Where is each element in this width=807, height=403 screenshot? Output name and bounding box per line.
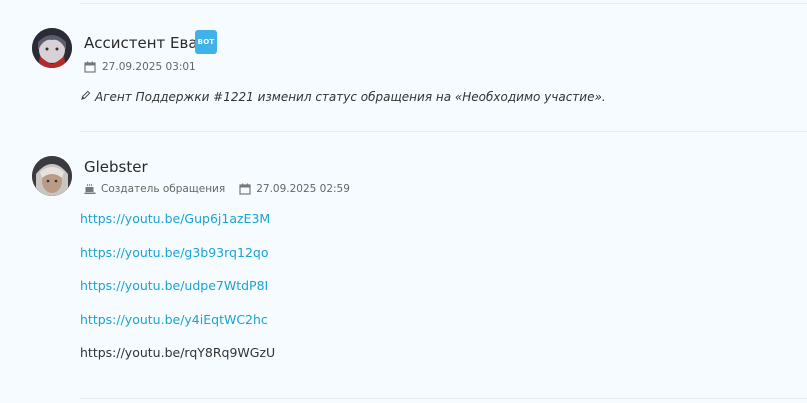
youtube-link[interactable]: https://youtu.be/g3b93rq12qo <box>80 245 268 260</box>
youtube-link[interactable]: https://youtu.be/udpe7WtdP8I <box>80 278 268 293</box>
plain-url-text: https://youtu.be/rqY8Rq9WGzU <box>80 345 276 360</box>
bot-badge: BOT <box>195 30 217 54</box>
date-text: 27.09.2025 02:59 <box>256 183 350 195</box>
coffee-icon <box>84 183 96 195</box>
post-date: 27.09.2025 03:01 <box>84 61 196 73</box>
author-name[interactable]: Glebster <box>84 158 148 176</box>
status-change-message: Агент Поддержки #1221 изменил статус обр… <box>80 90 606 104</box>
post-meta: Создатель обращения 27.09.2025 02:59 <box>84 183 350 195</box>
role-text: Создатель обращения <box>101 183 226 195</box>
bottom-divider <box>80 398 807 399</box>
top-divider <box>80 3 807 4</box>
author-name[interactable]: Ассистент Ева <box>84 34 198 52</box>
post-divider <box>80 131 807 132</box>
author-role: Создатель обращения <box>84 183 225 195</box>
youtube-link[interactable]: https://youtu.be/y4iEqtWC2hc <box>80 312 268 327</box>
pencil-icon <box>80 90 91 104</box>
message-text: Агент Поддержки #1221 изменил статус обр… <box>95 90 606 104</box>
date-text: 27.09.2025 03:01 <box>102 61 196 73</box>
calendar-icon <box>239 183 251 195</box>
avatar[interactable] <box>32 156 72 196</box>
avatar[interactable] <box>32 28 72 68</box>
post-date: 27.09.2025 02:59 <box>239 183 350 195</box>
youtube-link[interactable]: https://youtu.be/Gup6j1azE3M <box>80 211 270 226</box>
calendar-icon <box>84 61 96 73</box>
